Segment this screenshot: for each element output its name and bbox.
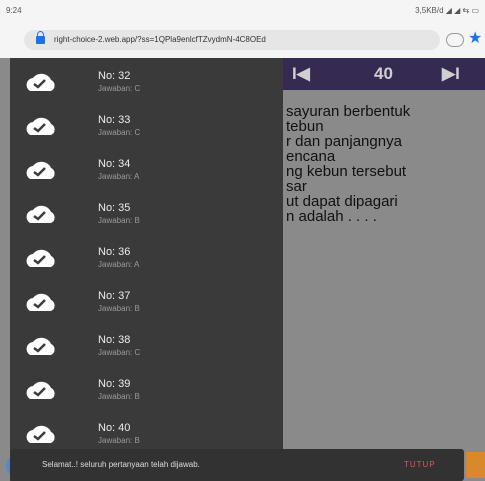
question-line: ng kebun tersebut	[286, 163, 407, 180]
answer-label: Jawaban: A	[98, 172, 140, 181]
question-navigation: I◀ 40 ▶I	[282, 58, 485, 90]
answer-drawer: No: 32 Jawaban: C No: 33 Jawaban: C No: …	[10, 58, 283, 481]
answer-list-item[interactable]: No: 34 Jawaban: A	[10, 150, 283, 194]
cloud-done-icon	[26, 425, 55, 443]
cloud-done-icon	[26, 73, 55, 91]
snackbar-message: Selamat..! seluruh pertanyaan telah dija…	[42, 460, 200, 469]
tab-switcher-icon[interactable]	[446, 33, 464, 47]
question-number-label: No: 37	[98, 290, 131, 302]
cloud-done-icon	[26, 161, 55, 179]
cloud-done-icon	[26, 337, 55, 355]
question-number-label: No: 35	[98, 202, 131, 214]
answer-list-item[interactable]: No: 37 Jawaban: B	[10, 282, 283, 326]
answer-list-item[interactable]: No: 33 Jawaban: C	[10, 106, 283, 150]
question-number-label: No: 32	[98, 70, 131, 82]
answer-label: Jawaban: B	[98, 304, 140, 313]
question-line: tebun	[286, 118, 324, 135]
question-line: ut dapat dipagari	[286, 193, 398, 210]
question-line: n adalah . . . .	[286, 208, 377, 225]
question-line: r dan panjangnya	[286, 133, 402, 150]
cloud-done-icon	[26, 293, 55, 311]
answer-list-item[interactable]: No: 32 Jawaban: C	[10, 62, 283, 106]
question-number-label: No: 38	[98, 334, 131, 346]
question-number-label: No: 36	[98, 246, 131, 258]
question-number: 40	[374, 64, 393, 83]
question-line: sar	[286, 178, 307, 195]
status-indicators: 3,5KB/d ◢ ◢ ⇆ ▭	[415, 6, 479, 15]
browser-toolbar: right-choice-2.web.app/?ss=1QPla9enlcfTZ…	[0, 22, 485, 58]
question-line: sayuran berbentuk	[286, 103, 411, 120]
side-panel-tab[interactable]	[466, 452, 485, 478]
url-text[interactable]: right-choice-2.web.app/?ss=1QPla9enlcfTZ…	[54, 35, 266, 44]
question-number-label: No: 33	[98, 114, 131, 126]
answer-list-item[interactable]: No: 39 Jawaban: B	[10, 370, 283, 414]
answer-label: Jawaban: B	[98, 436, 140, 445]
answer-label: Jawaban: A	[98, 260, 140, 269]
cloud-done-icon	[26, 205, 55, 223]
status-time: 9:24	[6, 6, 22, 15]
snackbar-close-button[interactable]: TUTUP	[404, 460, 436, 469]
answer-label: Jawaban: C	[98, 128, 141, 137]
question-text: sayuran berbentuk tebun r dan panjangnya…	[286, 104, 482, 224]
answer-list-item[interactable]: No: 38 Jawaban: C	[10, 326, 283, 370]
next-question-button[interactable]: ▶I	[442, 58, 460, 90]
answer-list-item[interactable]: No: 36 Jawaban: A	[10, 238, 283, 282]
question-number-label: No: 40	[98, 422, 131, 434]
prev-question-button[interactable]: I◀	[292, 58, 310, 90]
cloud-done-icon	[26, 249, 55, 267]
question-line: encana	[286, 148, 336, 165]
question-number-label: No: 39	[98, 378, 131, 390]
answer-label: Jawaban: B	[98, 392, 140, 401]
answer-label: Jawaban: B	[98, 216, 140, 225]
cloud-done-icon	[26, 381, 55, 399]
question-number-label: No: 34	[98, 158, 131, 170]
answer-label: Jawaban: C	[98, 348, 141, 357]
answer-label: Jawaban: C	[98, 84, 141, 93]
cloud-done-icon	[26, 117, 55, 135]
snackbar: Selamat..! seluruh pertanyaan telah dija…	[10, 449, 464, 481]
bookmark-star-icon[interactable]: ★	[468, 31, 482, 47]
answer-list-item[interactable]: No: 35 Jawaban: B	[10, 194, 283, 238]
status-bar: 9:24 3,5KB/d ◢ ◢ ⇆ ▭	[0, 0, 485, 22]
lock-icon	[36, 31, 45, 44]
